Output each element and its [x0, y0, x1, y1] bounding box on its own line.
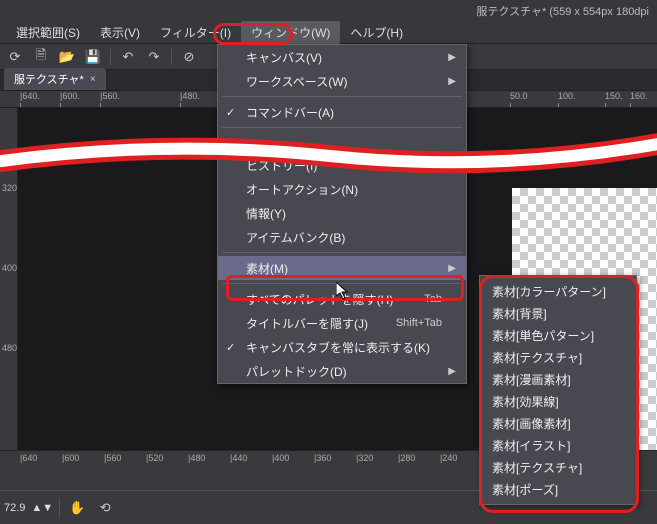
menu-label: キャンバスタブを常に表示する(K) — [246, 339, 430, 356]
submenu-item[interactable]: 素材[効果線] — [480, 390, 636, 412]
open-icon[interactable]: 📂 — [56, 47, 78, 67]
menu-label: パレットドック(D) — [246, 363, 347, 380]
zoom-stepper[interactable]: ▲▼ — [31, 502, 53, 514]
submenu-item[interactable]: 素材[カラーパターン] — [480, 280, 636, 302]
submenu-item[interactable]: 素材[テクスチャ] — [480, 456, 636, 478]
menu-label: 素材(M) — [246, 260, 288, 277]
menu-help[interactable]: ヘルプ(H) — [340, 21, 413, 44]
menu-item[interactable]: タイトルバーを隠す(J) Shift+Tab — [218, 311, 466, 335]
ruler-tick: |640 — [20, 453, 37, 463]
document-title: 服テクスチャ* (559 x 554px 180dpi — [476, 3, 649, 19]
menu-separator — [222, 127, 462, 128]
menu-label: コマンドバー(A) — [246, 104, 334, 121]
menu-item[interactable]: パレットドック(D) ▶ — [218, 359, 466, 383]
sync-icon[interactable]: ⟳ — [4, 47, 26, 67]
menu-item[interactable]: ✓ キャンバスタブを常に表示する(K) — [218, 335, 466, 359]
ruler-tick: |400 — [272, 453, 289, 463]
chevron-right-icon: ▶ — [448, 52, 456, 63]
window-dropdown: キャンバス(V) ▶ ワークスペース(W) ▶ ✓ コマンドバー(A) ヒストリー(I) オー… — [217, 44, 467, 384]
ruler-tick: |560. — [100, 91, 120, 101]
clear-icon[interactable]: ⊘ — [178, 47, 200, 67]
menu-item[interactable]: ワークスペース(W) ▶ — [218, 69, 466, 93]
check-icon: ✓ — [226, 106, 235, 119]
menu-item[interactable]: オートアクション(N) — [218, 177, 466, 201]
menu-label: キャンバス(V) — [246, 49, 322, 66]
menu-separator — [222, 283, 462, 284]
hand-icon[interactable]: ✋ — [66, 498, 88, 518]
ruler-tick: |560 — [104, 453, 121, 463]
menu-view[interactable]: 表示(V) — [90, 21, 150, 44]
chevron-right-icon: ▶ — [448, 366, 456, 377]
menu-label: すべてのパレットを隠す(H) — [246, 291, 393, 308]
menu-selection[interactable]: 選択範囲(S) — [6, 21, 90, 44]
menu-filter[interactable]: フィルター(I) — [150, 21, 241, 44]
ruler-tick: 150. — [605, 91, 623, 101]
menu-item[interactable]: ヒストリー(I) — [218, 153, 466, 177]
ruler-tick: |320 — [356, 453, 373, 463]
undo-icon[interactable]: ↶ — [117, 47, 139, 67]
ruler-tick: |600. — [60, 91, 80, 101]
menu-item[interactable]: すべてのパレットを隠す(H) Tab — [218, 287, 466, 311]
ruler-vertical: 320 400 480 — [0, 108, 18, 450]
chevron-right-icon: ▶ — [448, 263, 456, 274]
ruler-tick: |480. — [180, 91, 200, 101]
ruler-tick: |240 — [440, 453, 457, 463]
titlebar: 服テクスチャ* (559 x 554px 180dpi — [0, 0, 657, 22]
submenu-item[interactable]: 素材[イラスト] — [480, 434, 636, 456]
ruler-tick: |440 — [230, 453, 247, 463]
check-icon: ✓ — [226, 341, 235, 354]
menu-label: アイテムバンク(B) — [246, 229, 345, 246]
menu-item[interactable]: 素材(M) ▶ — [218, 256, 466, 280]
zoom-value: 72.9 — [4, 502, 25, 514]
menu-item[interactable]: 情報(Y) — [218, 201, 466, 225]
menu-window[interactable]: ウィンドウ(W) — [241, 21, 340, 44]
ruler-tick: |640. — [20, 91, 40, 101]
menu-label: オートアクション(N) — [246, 181, 358, 198]
tab-label: 服テクスチャ* — [14, 71, 84, 87]
menu-gap — [218, 131, 466, 153]
menubar: 選択範囲(S) 表示(V) フィルター(I) ウィンドウ(W) ヘルプ(H) — [0, 22, 657, 44]
ruler-tick: 320 — [2, 183, 17, 193]
ruler-tick: 160. — [630, 91, 648, 101]
menu-separator — [222, 252, 462, 253]
submenu-item[interactable]: 素材[テクスチャ] — [480, 346, 636, 368]
new-icon[interactable]: 🗎 — [30, 47, 52, 67]
submenu-item[interactable]: 素材[背景] — [480, 302, 636, 324]
close-icon[interactable]: × — [90, 74, 96, 85]
ruler-tick: 100. — [558, 91, 576, 101]
ruler-tick: |520 — [146, 453, 163, 463]
menu-label: ヒストリー(I) — [246, 157, 317, 174]
menu-shortcut: Tab — [424, 293, 442, 305]
material-submenu: 素材[カラーパターン]素材[背景]素材[単色パターン]素材[テクスチャ]素材[漫… — [479, 275, 637, 505]
menu-item[interactable]: ✓ コマンドバー(A) — [218, 100, 466, 124]
ruler-tick: 50.0 — [510, 91, 528, 101]
submenu-item[interactable]: 素材[画像素材] — [480, 412, 636, 434]
separator — [59, 499, 60, 517]
ruler-tick: |360 — [314, 453, 331, 463]
menu-item[interactable]: アイテムバンク(B) — [218, 225, 466, 249]
menu-label: タイトルバーを隠す(J) — [246, 315, 368, 332]
menu-separator — [222, 96, 462, 97]
chevron-right-icon: ▶ — [448, 76, 456, 87]
save-icon[interactable]: 💾 — [82, 47, 104, 67]
ruler-tick: 480 — [2, 343, 17, 353]
separator — [171, 49, 172, 65]
ruler-tick: 400 — [2, 263, 17, 273]
rotate-icon[interactable]: ⟲ — [94, 498, 116, 518]
tab-document[interactable]: 服テクスチャ* × — [4, 68, 106, 90]
menu-item[interactable]: キャンバス(V) ▶ — [218, 45, 466, 69]
redo-icon[interactable]: ↷ — [143, 47, 165, 67]
submenu-item[interactable]: 素材[漫画素材] — [480, 368, 636, 390]
menu-shortcut: Shift+Tab — [396, 317, 442, 329]
submenu-item[interactable]: 素材[単色パターン] — [480, 324, 636, 346]
ruler-tick: |600 — [62, 453, 79, 463]
separator — [110, 49, 111, 65]
ruler-tick: |480 — [188, 453, 205, 463]
submenu-item[interactable]: 素材[ポーズ] — [480, 478, 636, 500]
menu-label: 情報(Y) — [246, 205, 286, 222]
ruler-tick: |280 — [398, 453, 415, 463]
menu-label: ワークスペース(W) — [246, 73, 348, 90]
